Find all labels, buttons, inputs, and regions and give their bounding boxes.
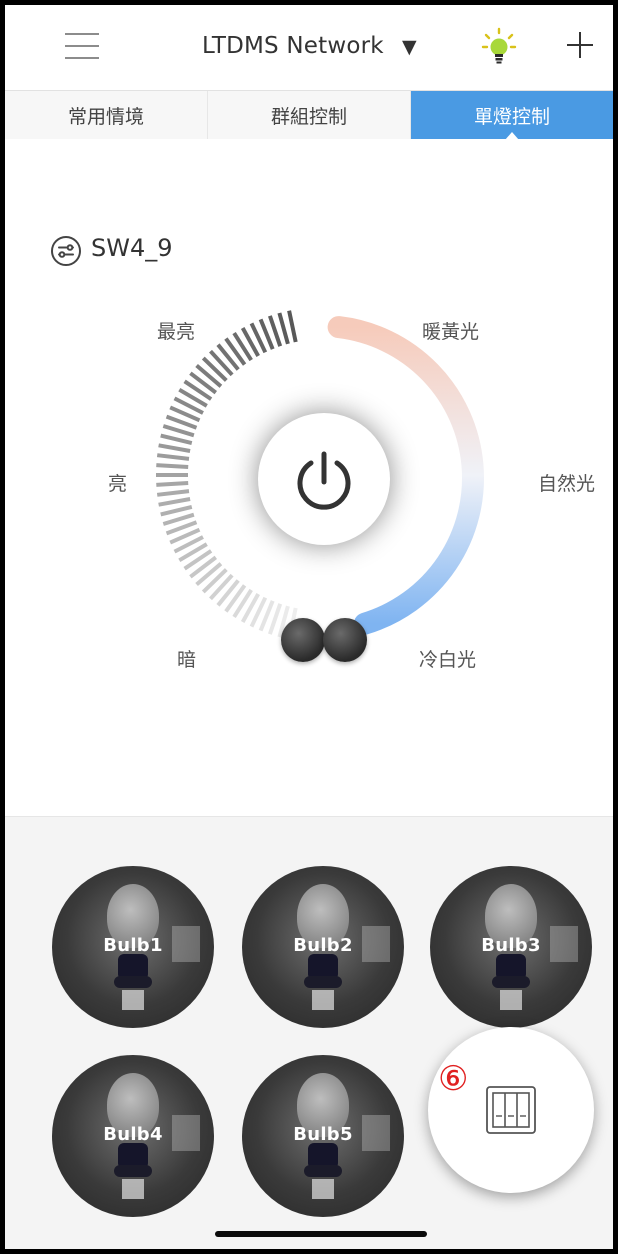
brightness-tick [156, 463, 189, 469]
chevron-down-icon[interactable]: ▼ [402, 36, 417, 58]
tab-label: 群組控制 [270, 105, 347, 128]
bulb-card[interactable]: Bulb3 [430, 866, 592, 1028]
bulb-card[interactable]: Bulb4 [52, 1055, 214, 1217]
brightness-tick [287, 310, 298, 343]
tab-pointer [505, 132, 519, 140]
bulb-photo [500, 990, 522, 1010]
brightness-tick [158, 443, 191, 453]
brightness-tick [162, 424, 195, 438]
hamburger-icon[interactable] [65, 33, 99, 59]
tab-group-control[interactable]: 群組控制 [208, 91, 411, 139]
device-name: SW4_9 [91, 234, 173, 262]
wall-switch-icon [486, 1086, 536, 1134]
brightness-tick [201, 356, 228, 382]
brightness-tick [160, 504, 193, 517]
tab-single-control[interactable]: 單燈控制 [411, 91, 613, 140]
brightness-tick [156, 453, 190, 461]
bulb-photo [304, 976, 342, 988]
brightness-tick [201, 568, 228, 594]
brightness-tick [209, 573, 234, 601]
bulb-card[interactable]: Bulb5 [242, 1055, 404, 1217]
cool-light-label: 冷白光 [419, 649, 477, 671]
brightness-tick [209, 349, 234, 377]
brightness-tick [156, 481, 189, 487]
brightness-tick [158, 497, 191, 507]
brightness-tick [156, 489, 190, 497]
bulb-photo [312, 1179, 334, 1199]
tab-label: 常用情境 [67, 105, 144, 128]
brightness-tick [162, 512, 195, 526]
bulb-label: Bulb5 [293, 1124, 353, 1145]
bulb-photo [122, 990, 144, 1010]
tab-bar: 常用情境 群組控制 單燈控制 [5, 91, 613, 140]
power-button[interactable] [258, 413, 390, 545]
wall-switch-button[interactable] [428, 1027, 594, 1193]
bulb-photo [492, 976, 530, 988]
bulb-photo [312, 990, 334, 1010]
brightness-knob[interactable] [281, 618, 325, 662]
dark-label: 暗 [177, 649, 197, 671]
top-bar: LTDMS Network ▼ [5, 5, 613, 91]
bulb-label: Bulb1 [103, 935, 163, 956]
home-indicator [215, 1231, 427, 1237]
bulb-photo [114, 1165, 152, 1177]
plus-icon[interactable] [567, 32, 593, 58]
bulb-photo [122, 1179, 144, 1199]
color-temperature-knob[interactable] [323, 618, 367, 662]
annotation-badge: ⑥ [438, 1059, 469, 1099]
brightest-label: 最亮 [157, 321, 196, 343]
warm-light-label: 暖黃光 [422, 321, 480, 343]
power-icon [297, 451, 351, 510]
bulb-label: Bulb3 [481, 935, 541, 956]
lightbulb-icon[interactable] [481, 27, 517, 67]
bulb-card[interactable]: Bulb2 [242, 866, 404, 1028]
bright-label: 亮 [108, 473, 128, 495]
bulb-photo [114, 976, 152, 988]
tab-label: 單燈控制 [473, 105, 550, 128]
brightness-tick [160, 433, 193, 446]
brightness-tick [277, 312, 290, 345]
natural-light-label: 自然光 [538, 473, 596, 495]
bulb-label: Bulb4 [103, 1124, 163, 1145]
network-selector-label[interactable]: LTDMS Network [202, 33, 384, 59]
switch-icon [51, 236, 81, 266]
bulb-photo [304, 1165, 342, 1177]
bulb-card[interactable]: Bulb1 [52, 866, 214, 1028]
app-screen: LTDMS Network ▼ 常用情境 群組控制 單燈控制 SW4_9 最亮 … [5, 5, 613, 1249]
tab-scenes[interactable]: 常用情境 [5, 91, 208, 139]
bulb-label: Bulb2 [293, 935, 353, 956]
